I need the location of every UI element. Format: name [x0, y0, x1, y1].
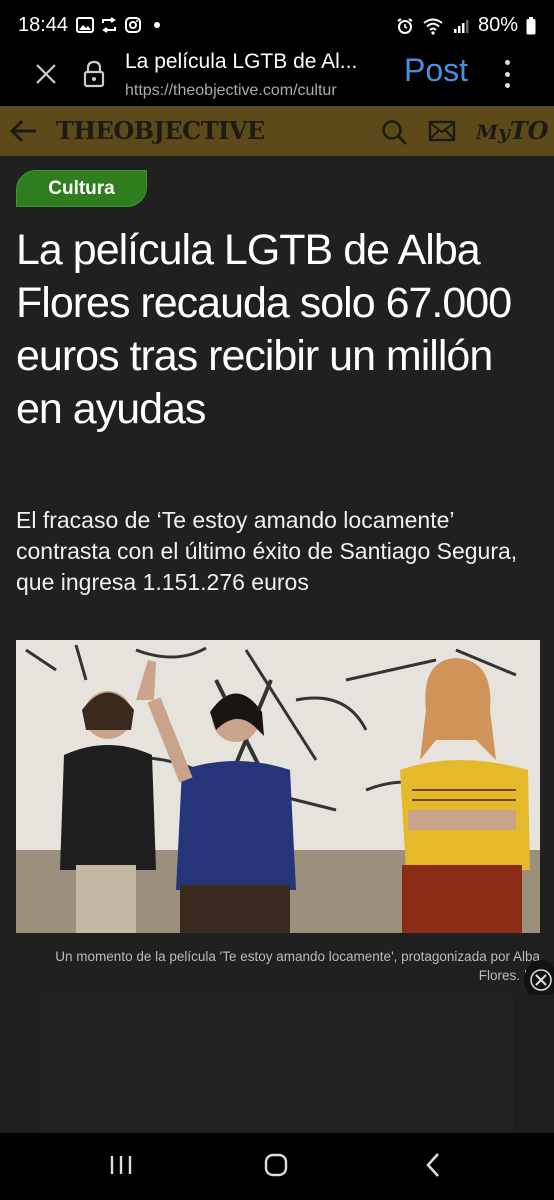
article-subtitle: El fracaso de ‘Te estoy amando locamente… — [16, 507, 518, 595]
status-time: 18:44 — [18, 14, 69, 36]
menu-dot — [504, 71, 510, 77]
status-system-icons: 80% — [396, 14, 536, 37]
close-icon — [530, 969, 552, 991]
lock-icon[interactable] — [82, 60, 106, 88]
back-icon[interactable] — [424, 1151, 442, 1179]
gallery-icon — [76, 16, 94, 34]
site-header: THEOBJECTIVE MyTO — [0, 106, 554, 156]
menu-dot — [504, 83, 510, 88]
mail-icon[interactable] — [428, 120, 456, 142]
category-tag[interactable]: Cultura — [16, 170, 147, 207]
site-logo[interactable]: THEOBJECTIVE — [56, 116, 265, 145]
wifi-icon — [422, 17, 444, 35]
url-bar[interactable]: https://theobjective.com/cultur — [125, 82, 387, 100]
close-tab-button[interactable] — [34, 62, 58, 86]
ad-area — [0, 995, 554, 1133]
film-still-image — [16, 640, 540, 933]
sync-icon — [100, 16, 118, 34]
article-photo[interactable] — [16, 640, 540, 933]
battery-percentage: 80% — [477, 14, 518, 36]
alarm-icon — [396, 17, 414, 35]
notification-dot — [154, 22, 160, 28]
search-icon[interactable] — [380, 118, 408, 146]
home-icon[interactable] — [264, 1153, 288, 1177]
page-title[interactable]: La película LGTB de Al... — [125, 50, 383, 74]
recents-icon[interactable] — [108, 1153, 134, 1177]
back-arrow-icon[interactable] — [8, 116, 40, 146]
instagram-icon — [124, 16, 142, 34]
myto-logo[interactable]: MyTO — [476, 116, 549, 145]
signal-icon — [452, 17, 470, 35]
browser-toolbar: La película LGTB de Al... https://theobj… — [0, 40, 554, 106]
more-options-button[interactable] — [500, 60, 514, 88]
battery-icon — [526, 16, 536, 35]
post-button[interactable]: Post — [404, 52, 468, 89]
close-ad-button[interactable] — [524, 960, 554, 1000]
close-icon — [36, 64, 56, 84]
article-headline: La película LGTB de Alba Flores recauda … — [16, 226, 512, 433]
ad-slot[interactable] — [40, 995, 514, 1131]
system-navigation-bar — [0, 1133, 554, 1200]
status-notification-icons — [76, 16, 160, 34]
menu-dot — [504, 60, 510, 65]
photo-caption: Un momento de la película 'Te estoy aman… — [55, 949, 540, 983]
